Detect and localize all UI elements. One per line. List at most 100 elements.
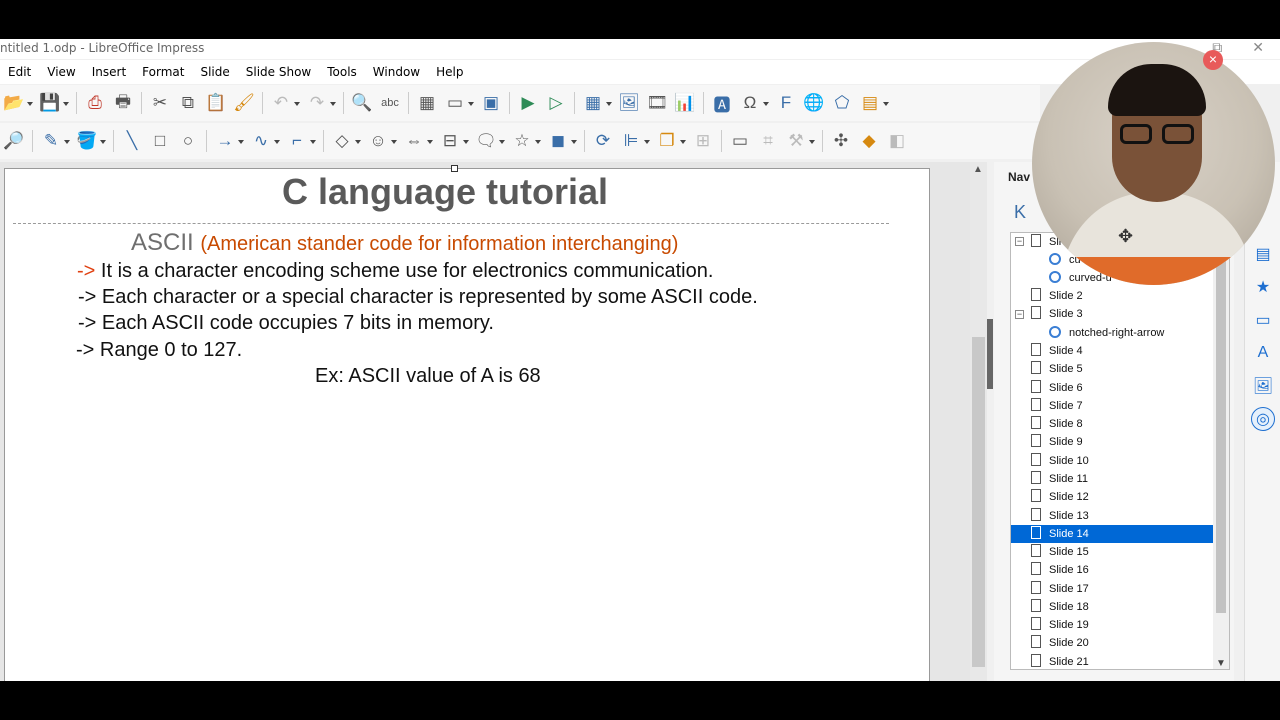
display-views-icon[interactable]: ▭ xyxy=(441,89,474,117)
rectangle-icon[interactable]: □ xyxy=(146,127,174,155)
scroll-up-icon[interactable]: ▲ xyxy=(973,164,983,175)
tree-item-slide-18[interactable]: Slide 18 xyxy=(1031,598,1089,616)
stars-icon[interactable]: ☆ xyxy=(508,127,541,155)
bullet-2[interactable]: -> Each character or a special character… xyxy=(78,286,758,309)
curve-icon[interactable]: ∿ xyxy=(247,127,280,155)
tree-item-slide-19[interactable]: Slide 19 xyxy=(1031,616,1089,634)
master-slide-icon[interactable]: ▣ xyxy=(477,89,505,117)
glue-points-icon[interactable]: ◆ xyxy=(855,127,883,155)
callouts-icon[interactable]: 🗨 xyxy=(472,127,505,155)
menu-slide[interactable]: Slide xyxy=(192,61,237,83)
fontwork-icon[interactable]: F xyxy=(772,89,800,117)
redo-icon[interactable]: ↷ xyxy=(303,89,336,117)
tree-item-slide-6[interactable]: Slide 6 xyxy=(1031,379,1083,397)
tree-item-slide-9[interactable]: Slide 9 xyxy=(1031,433,1083,451)
paste-icon[interactable]: 📋 xyxy=(202,89,230,117)
ascii-heading[interactable]: ASCII (American stander code for informa… xyxy=(131,229,678,257)
tree-item-slide-21[interactable]: Slide 21 xyxy=(1031,653,1089,669)
image-icon[interactable]: 🖼 xyxy=(615,89,643,117)
menu-edit[interactable]: Edit xyxy=(0,61,39,83)
slide-transition-icon[interactable]: ▤ xyxy=(1251,242,1275,266)
master-slides-icon[interactable]: ▭ xyxy=(1251,308,1275,332)
connector-icon[interactable]: ⌐ xyxy=(283,127,316,155)
open-icon[interactable]: 📂 xyxy=(0,89,33,117)
menu-tools[interactable]: Tools xyxy=(319,61,365,83)
print-icon[interactable]: 🖶 xyxy=(109,89,137,117)
undo-icon[interactable]: ↶ xyxy=(267,89,300,117)
tree-item-slide-8[interactable]: Slide 8 xyxy=(1031,415,1083,433)
copy-icon[interactable]: ⧉ xyxy=(174,89,202,117)
tree-item-slide-12[interactable]: Slide 12 xyxy=(1031,488,1089,506)
textbox-icon[interactable]: 🅰 xyxy=(708,89,736,117)
example-line[interactable]: Ex: ASCII value of A is 68 xyxy=(315,365,541,388)
arrow-line-icon[interactable]: → xyxy=(211,127,244,155)
fill-color-icon[interactable]: 🪣 xyxy=(73,127,106,155)
chart-icon[interactable]: 📊 xyxy=(671,89,699,117)
menu-insert[interactable]: Insert xyxy=(84,61,134,83)
menu-format[interactable]: Format xyxy=(134,61,192,83)
hyperlink-icon[interactable]: 🌐 xyxy=(800,89,828,117)
navigator-tree[interactable]: − Sli cu curved-u Slide 2 − Slide 3 notc… xyxy=(1010,232,1230,670)
tree-item-slide-11[interactable]: Slide 11 xyxy=(1031,470,1088,488)
toggle-extrusion-icon[interactable]: ◧ xyxy=(883,127,911,155)
export-pdf-icon[interactable]: ⎙ xyxy=(81,89,109,117)
tree-item-slide-5[interactable]: Slide 5 xyxy=(1031,360,1083,378)
bullet-3[interactable]: -> Each ASCII code occupies 7 bits in me… xyxy=(78,312,494,335)
tree-item-slide-13[interactable]: Slide 13 xyxy=(1031,507,1089,525)
tree-item-slide-7[interactable]: Slide 7 xyxy=(1031,397,1083,415)
special-char-icon[interactable]: Ω xyxy=(736,89,769,117)
menu-view[interactable]: View xyxy=(39,61,83,83)
points-icon[interactable]: ✣ xyxy=(827,127,855,155)
grid-icon[interactable]: ▦ xyxy=(413,89,441,117)
clone-format-icon[interactable]: 🖌 xyxy=(230,89,258,117)
animation-icon[interactable]: ★ xyxy=(1251,275,1275,299)
rotate-icon[interactable]: ⟳ xyxy=(589,127,617,155)
tree-item-slide-3[interactable]: Slide 3 xyxy=(1031,305,1083,323)
tree-item-shape[interactable]: notched-right-arrow xyxy=(1049,324,1164,342)
webcam-close-icon[interactable]: × xyxy=(1203,50,1223,70)
scrollbar-thumb[interactable] xyxy=(1216,243,1226,613)
menu-help[interactable]: Help xyxy=(428,61,471,83)
menu-slide-show[interactable]: Slide Show xyxy=(238,61,319,83)
collapse-icon[interactable]: − xyxy=(1015,310,1024,319)
bullet-1[interactable]: -> It is a character encoding scheme use… xyxy=(77,260,713,283)
shadow-icon[interactable]: ▭ xyxy=(726,127,754,155)
basic-shapes-icon[interactable]: ◇ xyxy=(328,127,361,155)
navigator-icon[interactable]: ◎ xyxy=(1251,407,1275,431)
tree-item-slide-16[interactable]: Slide 16 xyxy=(1031,561,1089,579)
collapse-icon[interactable]: − xyxy=(1015,237,1024,246)
navigator-scrollbar[interactable]: ▼ xyxy=(1213,233,1229,669)
tree-item-slide-2[interactable]: Slide 2 xyxy=(1031,287,1083,305)
scrollbar-thumb[interactable] xyxy=(972,337,985,667)
flowchart-icon[interactable]: ⊟ xyxy=(436,127,469,155)
spelling-icon[interactable]: abc xyxy=(376,89,404,117)
cut-icon[interactable]: ✂ xyxy=(146,89,174,117)
sidebar-splitter[interactable] xyxy=(987,319,993,389)
arrange-icon[interactable]: ❐ xyxy=(653,127,686,155)
symbol-shapes-icon[interactable]: ☺ xyxy=(364,127,397,155)
media-icon[interactable]: 🎞 xyxy=(643,89,671,117)
table-icon[interactable]: ▦ xyxy=(579,89,612,117)
save-icon[interactable]: 💾 xyxy=(36,89,69,117)
tree-item-slide-4[interactable]: Slide 4 xyxy=(1031,342,1083,360)
start-current-icon[interactable]: ▷ xyxy=(542,89,570,117)
line-icon[interactable]: ╲ xyxy=(118,127,146,155)
tree-item-slide-17[interactable]: Slide 17 xyxy=(1031,580,1089,598)
start-first-icon[interactable]: ▶ xyxy=(514,89,542,117)
zoom-icon[interactable]: 🔎 xyxy=(0,127,28,155)
find-icon[interactable]: 🔍 xyxy=(348,89,376,117)
distribute-icon[interactable]: ⊞ xyxy=(689,127,717,155)
menu-window[interactable]: Window xyxy=(365,61,428,83)
line-color-icon[interactable]: ✎ xyxy=(37,127,70,155)
filter-icon[interactable]: ⚒ xyxy=(782,127,815,155)
align-icon[interactable]: ⊫ xyxy=(617,127,650,155)
slide-vertical-scrollbar[interactable]: ▲ xyxy=(970,162,987,681)
show-draw-functions-icon[interactable]: ⬠ xyxy=(828,89,856,117)
ellipse-icon[interactable]: ○ xyxy=(174,127,202,155)
tree-item-slide-20[interactable]: Slide 20 xyxy=(1031,634,1089,652)
slide-canvas[interactable]: C language tutorial ASCII (American stan… xyxy=(4,165,930,681)
webcam-overlay[interactable] xyxy=(1032,42,1275,285)
tree-item-slide-14[interactable]: Slide 14 xyxy=(1011,525,1213,543)
crop-icon[interactable]: ⌗ xyxy=(754,127,782,155)
new-slide-icon[interactable]: ▤ xyxy=(856,89,889,117)
